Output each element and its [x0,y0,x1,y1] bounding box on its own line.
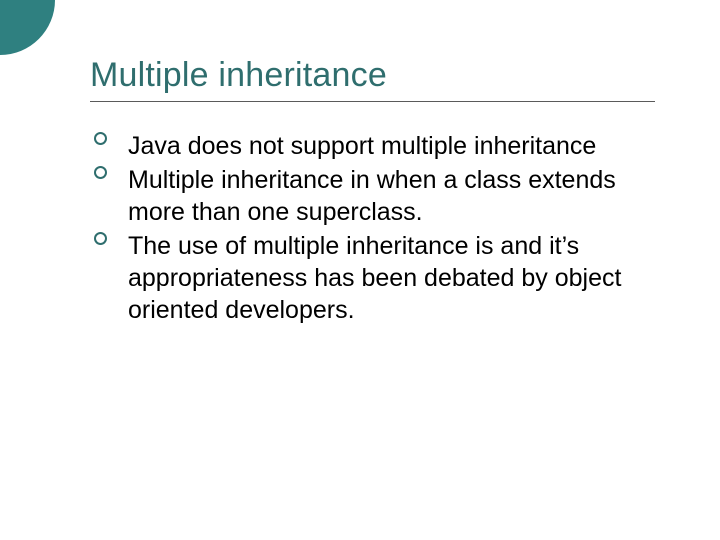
bullet-icon [94,232,107,245]
bullet-text: Java does not support multiple inheritan… [128,130,660,162]
bullet-icon [94,132,107,145]
bullet-list: Java does not support multiple inheritan… [90,130,660,326]
list-item: Java does not support multiple inheritan… [128,130,660,162]
slide: Multiple inheritance Java does not suppo… [0,0,720,540]
bullet-text: The use of multiple inheritance is and i… [128,230,660,326]
title-underline [90,101,655,102]
bullet-icon [94,166,107,179]
list-item: The use of multiple inheritance is and i… [128,230,660,326]
list-item: Multiple inheritance in when a class ext… [128,164,660,228]
bullet-text: Multiple inheritance in when a class ext… [128,164,660,228]
slide-title: Multiple inheritance [90,56,660,95]
